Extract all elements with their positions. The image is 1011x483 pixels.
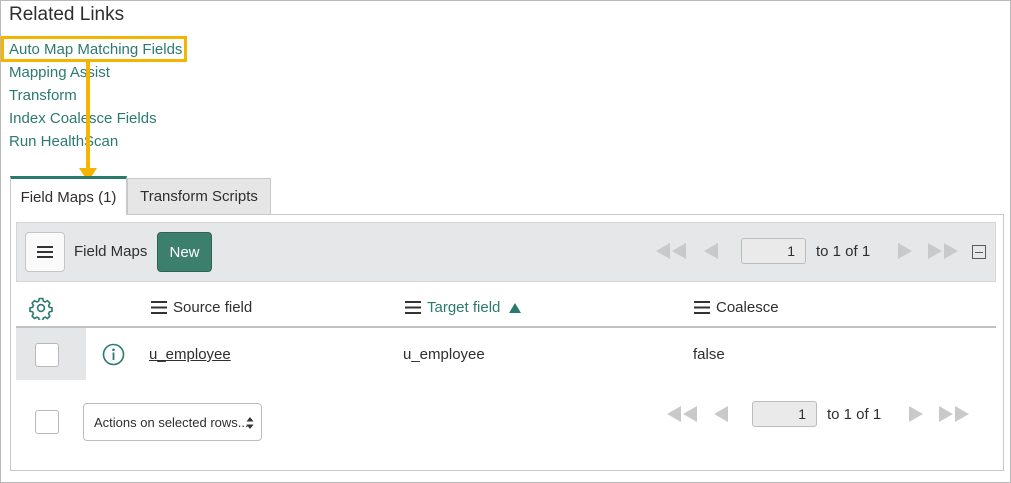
cell-source-field[interactable]: u_employee bbox=[149, 346, 231, 363]
hamburger-icon bbox=[37, 246, 53, 258]
column-label: Target field bbox=[427, 299, 501, 316]
column-label: Coalesce bbox=[716, 299, 779, 316]
column-menu-icon[interactable] bbox=[151, 301, 167, 314]
column-header-target-field[interactable]: Target field bbox=[405, 299, 522, 316]
prev-page-icon[interactable] bbox=[703, 242, 719, 260]
list-title: Field Maps bbox=[74, 243, 148, 260]
page-number-input[interactable]: 1 bbox=[741, 238, 806, 264]
page-number-input[interactable]: 1 bbox=[752, 401, 817, 427]
tab-transform-scripts[interactable]: Transform Scripts bbox=[127, 178, 271, 214]
callout-highlight-box bbox=[1, 36, 187, 62]
select-caret-icon bbox=[246, 417, 254, 429]
sort-ascending-icon bbox=[509, 302, 522, 313]
tab-field-maps[interactable]: Field Maps (1) bbox=[10, 176, 127, 215]
last-page-icon[interactable] bbox=[927, 242, 959, 260]
related-links-title: Related Links bbox=[9, 4, 125, 25]
page-range-text: to 1 of 1 bbox=[816, 243, 871, 260]
first-page-icon[interactable] bbox=[666, 405, 698, 423]
column-label: Source field bbox=[173, 299, 253, 316]
next-page-icon[interactable] bbox=[908, 405, 924, 423]
column-header-source-field[interactable]: Source field bbox=[151, 299, 252, 316]
link-run-healthscan[interactable]: Run HealthScan bbox=[9, 130, 182, 153]
actions-select-label: Actions on selected rows... bbox=[94, 414, 249, 430]
list-menu-button[interactable] bbox=[25, 232, 65, 272]
prev-page-icon[interactable] bbox=[713, 405, 729, 423]
link-index-coalesce-fields[interactable]: Index Coalesce Fields bbox=[9, 107, 182, 130]
column-menu-icon[interactable] bbox=[405, 301, 421, 314]
cell-target-field: u_employee bbox=[403, 346, 485, 363]
last-page-icon[interactable] bbox=[938, 405, 970, 423]
info-icon[interactable] bbox=[102, 343, 125, 366]
row-checkbox[interactable] bbox=[35, 343, 59, 367]
gear-icon[interactable] bbox=[29, 296, 53, 320]
link-transform[interactable]: Transform bbox=[9, 84, 182, 107]
collapse-icon[interactable] bbox=[972, 245, 986, 259]
column-header-coalesce[interactable]: Coalesce bbox=[694, 299, 779, 316]
callout-arrow-line bbox=[86, 62, 90, 170]
link-mapping-assist[interactable]: Mapping Assist bbox=[9, 61, 182, 84]
next-page-icon[interactable] bbox=[897, 242, 913, 260]
new-button[interactable]: New bbox=[157, 232, 212, 272]
header-divider bbox=[16, 326, 996, 328]
cell-coalesce: false bbox=[693, 346, 725, 363]
column-menu-icon[interactable] bbox=[694, 301, 710, 314]
page-range-text: to 1 of 1 bbox=[827, 406, 882, 423]
actions-select[interactable]: Actions on selected rows... bbox=[83, 403, 262, 441]
first-page-icon[interactable] bbox=[655, 242, 687, 260]
select-all-checkbox[interactable] bbox=[35, 410, 59, 434]
